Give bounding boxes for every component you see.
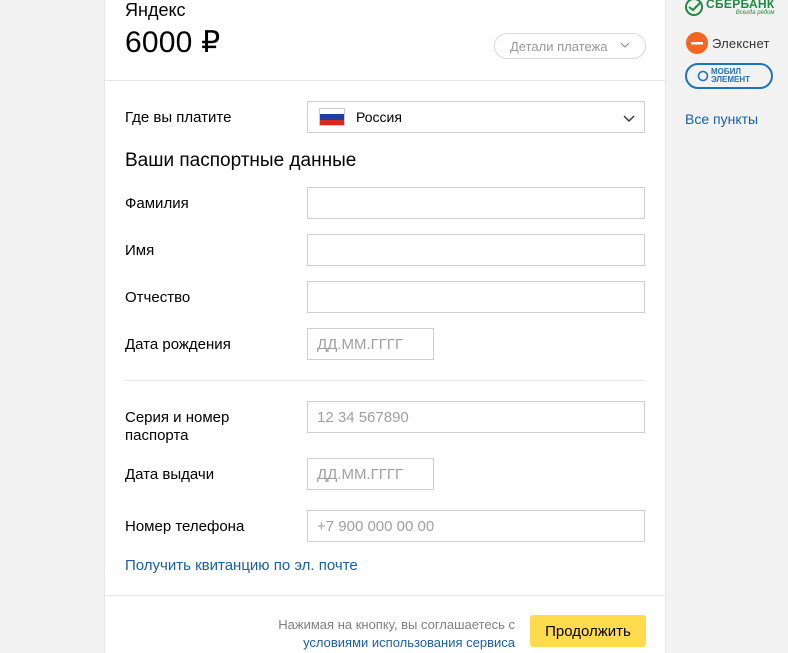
sberbank-icon (685, 0, 703, 16)
sberbank-name: СБЕРБАНК (706, 0, 775, 11)
russia-flag-icon (319, 108, 345, 126)
mobil-element-logo: МОБИЛ ЭЛЕМЕНТ (685, 63, 773, 89)
passport-number-label-line1: Серия и номер (125, 409, 230, 426)
payment-details-button[interactable]: Детали платежа (494, 33, 646, 59)
terms-link[interactable]: условиями использования сервиса (303, 635, 515, 650)
elexnet-logo: Элекснет (685, 30, 770, 56)
payment-details-label: Детали платежа (510, 38, 608, 54)
terms-agreement: Нажимая на кнопку, вы соглашаетесь с усл… (255, 616, 515, 652)
divider (105, 80, 665, 81)
name-field[interactable] (307, 234, 645, 266)
email-receipt-link[interactable]: Получить квитанцию по эл. почте (125, 557, 358, 574)
elexnet-name: Элекснет (712, 35, 770, 51)
divider (105, 595, 665, 596)
phone-label: Номер телефона (125, 518, 245, 535)
payment-form-card: Яндекс 6000 ₽ Детали платежа Где вы плат… (104, 0, 666, 653)
name-label: Имя (125, 242, 155, 259)
chevron-down-icon (620, 42, 630, 48)
issue-date-field[interactable] (307, 458, 434, 490)
terms-agreement-text: Нажимая на кнопку, вы соглашаетесь с (278, 617, 515, 632)
passport-number-label-line2: паспорта (125, 427, 189, 444)
merchant-name: Яндекс (125, 0, 186, 20)
divider (125, 380, 645, 381)
passport-section-title: Ваши паспортные данные (125, 150, 357, 171)
passport-number-label: Серия и номер паспорта (125, 409, 229, 445)
surname-label: Фамилия (125, 195, 189, 212)
country-select[interactable]: Россия (307, 101, 645, 133)
birthdate-field[interactable] (307, 328, 434, 360)
country-value: Россия (356, 109, 402, 125)
all-points-link[interactable]: Все пункты (685, 111, 758, 127)
patronymic-label: Отчество (125, 289, 191, 306)
sberbank-tagline: Всегда рядом (735, 9, 775, 16)
phone-field[interactable] (307, 510, 645, 542)
issue-date-label: Дата выдачи (125, 466, 215, 483)
payment-amount: 6000 ₽ (125, 26, 221, 59)
chevron-down-icon (623, 115, 635, 122)
passport-number-field[interactable] (307, 401, 645, 433)
mobil-line2: ЭЛЕМЕНТ (711, 75, 750, 84)
surname-field[interactable] (307, 187, 645, 219)
mobil-element-icon (697, 70, 709, 82)
elexnet-icon (686, 32, 708, 54)
continue-button[interactable]: Продолжить (530, 615, 646, 647)
country-label: Где вы платите (125, 109, 232, 126)
sberbank-logo: СБЕРБАНК Всегда рядом (685, 0, 775, 18)
patronymic-field[interactable] (307, 281, 645, 313)
birthdate-label: Дата рождения (125, 336, 231, 353)
